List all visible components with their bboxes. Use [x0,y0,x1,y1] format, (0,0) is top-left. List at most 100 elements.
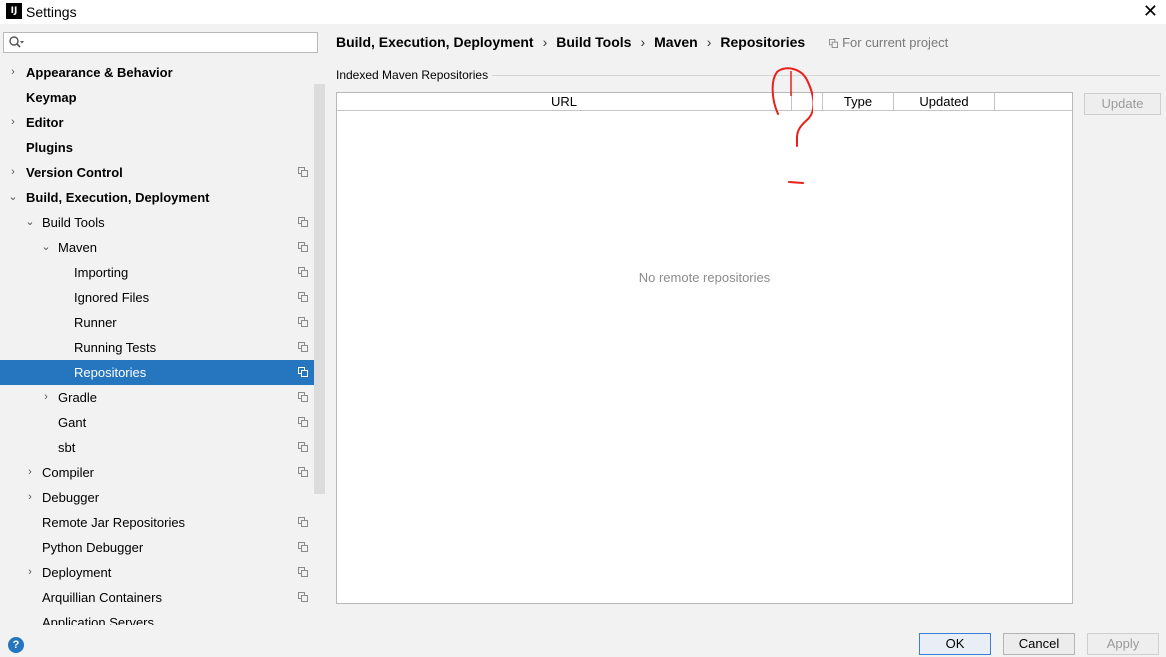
project-scope-icon [298,467,308,477]
chevron-right-icon[interactable]: › [8,110,18,135]
sidebar-item[interactable]: Gant [0,410,325,435]
breadcrumb-separator: › [542,34,548,50]
title-bar: IJ Settings ✕ [0,0,1166,24]
sidebar-scrollbar[interactable] [314,84,325,494]
sidebar-item[interactable]: Python Debugger [0,535,325,560]
sidebar-item-label: Appearance & Behavior [26,65,173,80]
sidebar-item-label: Build Tools [42,215,105,230]
breadcrumb: Build, Execution, Deployment › Build Tools… [336,34,948,54]
sidebar-item[interactable]: Arquillian Containers [0,585,325,610]
sidebar-item-label: Keymap [26,90,77,105]
scope-text: For current project [842,35,949,50]
sidebar-item-label: Importing [74,265,129,280]
chevron-down-icon[interactable]: ⌄ [41,235,51,260]
project-scope-icon [298,592,308,602]
sidebar-item-label: Gant [58,415,87,430]
sidebar-item[interactable]: Remote Jar Repositories [0,510,325,535]
chevron-right-icon[interactable]: › [25,485,35,510]
chevron-down-icon[interactable]: ⌄ [8,185,18,210]
sidebar-item[interactable]: › Compiler [0,460,325,485]
sidebar-item[interactable]: sbt [0,435,325,460]
project-scope-icon [298,342,308,352]
column-header-url[interactable]: URL [337,93,792,110]
sidebar-item[interactable]: › Appearance & Behavior [0,60,325,85]
update-button[interactable]: Update [1084,93,1161,115]
chevron-right-icon[interactable]: › [25,560,35,585]
sidebar-item[interactable]: Runner [0,310,325,335]
sidebar-item[interactable]: Plugins [0,135,325,160]
sidebar-item-label: Gradle [58,390,98,405]
sidebar-item[interactable]: Repositories [0,360,325,385]
dialog-button-bar: ? OK Cancel Apply [0,625,1166,657]
chevron-down-icon[interactable]: ⌄ [25,210,35,235]
sidebar-item[interactable]: Importing [0,260,325,285]
chevron-right-icon[interactable]: › [41,385,51,410]
column-header-extra[interactable] [995,93,1072,110]
sidebar-item-label: Runner [74,315,117,330]
sidebar-item[interactable]: › Deployment [0,560,325,585]
project-scope-icon [298,567,308,577]
sidebar-item[interactable]: Running Tests [0,335,325,360]
chevron-right-icon[interactable]: › [8,60,18,85]
sidebar-item-label: Plugins [26,140,73,155]
sidebar-item-label: Running Tests [74,340,157,355]
scope-label: For current project [829,35,948,50]
project-scope-icon [829,39,839,49]
apply-button[interactable]: Apply [1087,633,1159,655]
repositories-table[interactable]: URL Type Updated No remote repositories [336,92,1073,604]
project-scope-icon [298,367,308,377]
sidebar-item-label: Build, Execution, Deployment [26,190,210,205]
table-header: URL Type Updated [337,93,1072,111]
settings-sidebar: › Appearance & Behavior Keymap › Editor Plugi… [0,24,325,625]
sidebar-item-label: Remote Jar Repositories [42,515,186,530]
sidebar-item[interactable]: › Version Control [0,160,325,185]
column-header-blank[interactable] [792,93,823,110]
settings-tree: › Appearance & Behavior Keymap › Editor Plugi… [0,60,325,625]
column-header-type[interactable]: Type [823,93,894,110]
project-scope-icon [298,417,308,427]
chevron-right-icon[interactable]: › [25,460,35,485]
breadcrumb-item: Build, Execution, Deployment [336,34,534,50]
sidebar-item[interactable]: Ignored Files [0,285,325,310]
ok-button[interactable]: OK [919,633,991,655]
breadcrumb-item: Repositories [720,34,806,50]
sidebar-item[interactable]: › Gradle [0,385,325,410]
sidebar-item-label: Maven [58,240,98,255]
breadcrumb-item: Build Tools [556,34,632,50]
close-icon[interactable]: ✕ [1143,0,1158,22]
settings-search-input[interactable] [3,32,318,53]
sidebar-item[interactable]: › Debugger [0,485,325,510]
intellij-logo-icon: IJ [6,3,22,19]
sidebar-item[interactable]: ⌄ Build Tools [0,210,325,235]
sidebar-item-label: Compiler [42,465,95,480]
project-scope-icon [298,292,308,302]
breadcrumb-item: Maven [654,34,698,50]
sidebar-item[interactable]: › Editor [0,110,325,135]
cancel-button[interactable]: Cancel [1003,633,1075,655]
sidebar-item-label: Version Control [26,165,123,180]
project-scope-icon [298,167,308,177]
group-divider [492,75,1160,76]
sidebar-item[interactable]: Application Servers [0,610,325,625]
sidebar-item-label: Editor [26,115,64,130]
project-scope-icon [298,217,308,227]
project-scope-icon [298,242,308,252]
help-icon[interactable]: ? [8,637,24,653]
breadcrumb-separator: › [706,34,712,50]
sidebar-item[interactable]: Keymap [0,85,325,110]
project-scope-icon [298,442,308,452]
sidebar-item-label: Ignored Files [74,290,150,305]
project-scope-icon [298,392,308,402]
empty-table-message: No remote repositories [638,270,771,285]
sidebar-item-label: Debugger [42,490,100,505]
sidebar-item-label: sbt [58,440,76,455]
sidebar-item[interactable]: ⌄ Maven [0,235,325,260]
search-icon[interactable] [8,35,24,51]
breadcrumb-separator: › [640,34,646,50]
column-header-updated[interactable]: Updated [894,93,995,110]
project-scope-icon [298,317,308,327]
project-scope-icon [298,267,308,277]
sidebar-item[interactable]: ⌄ Build, Execution, Deployment [0,185,325,210]
chevron-right-icon[interactable]: › [8,160,18,185]
sidebar-item-label: Repositories [74,365,147,380]
